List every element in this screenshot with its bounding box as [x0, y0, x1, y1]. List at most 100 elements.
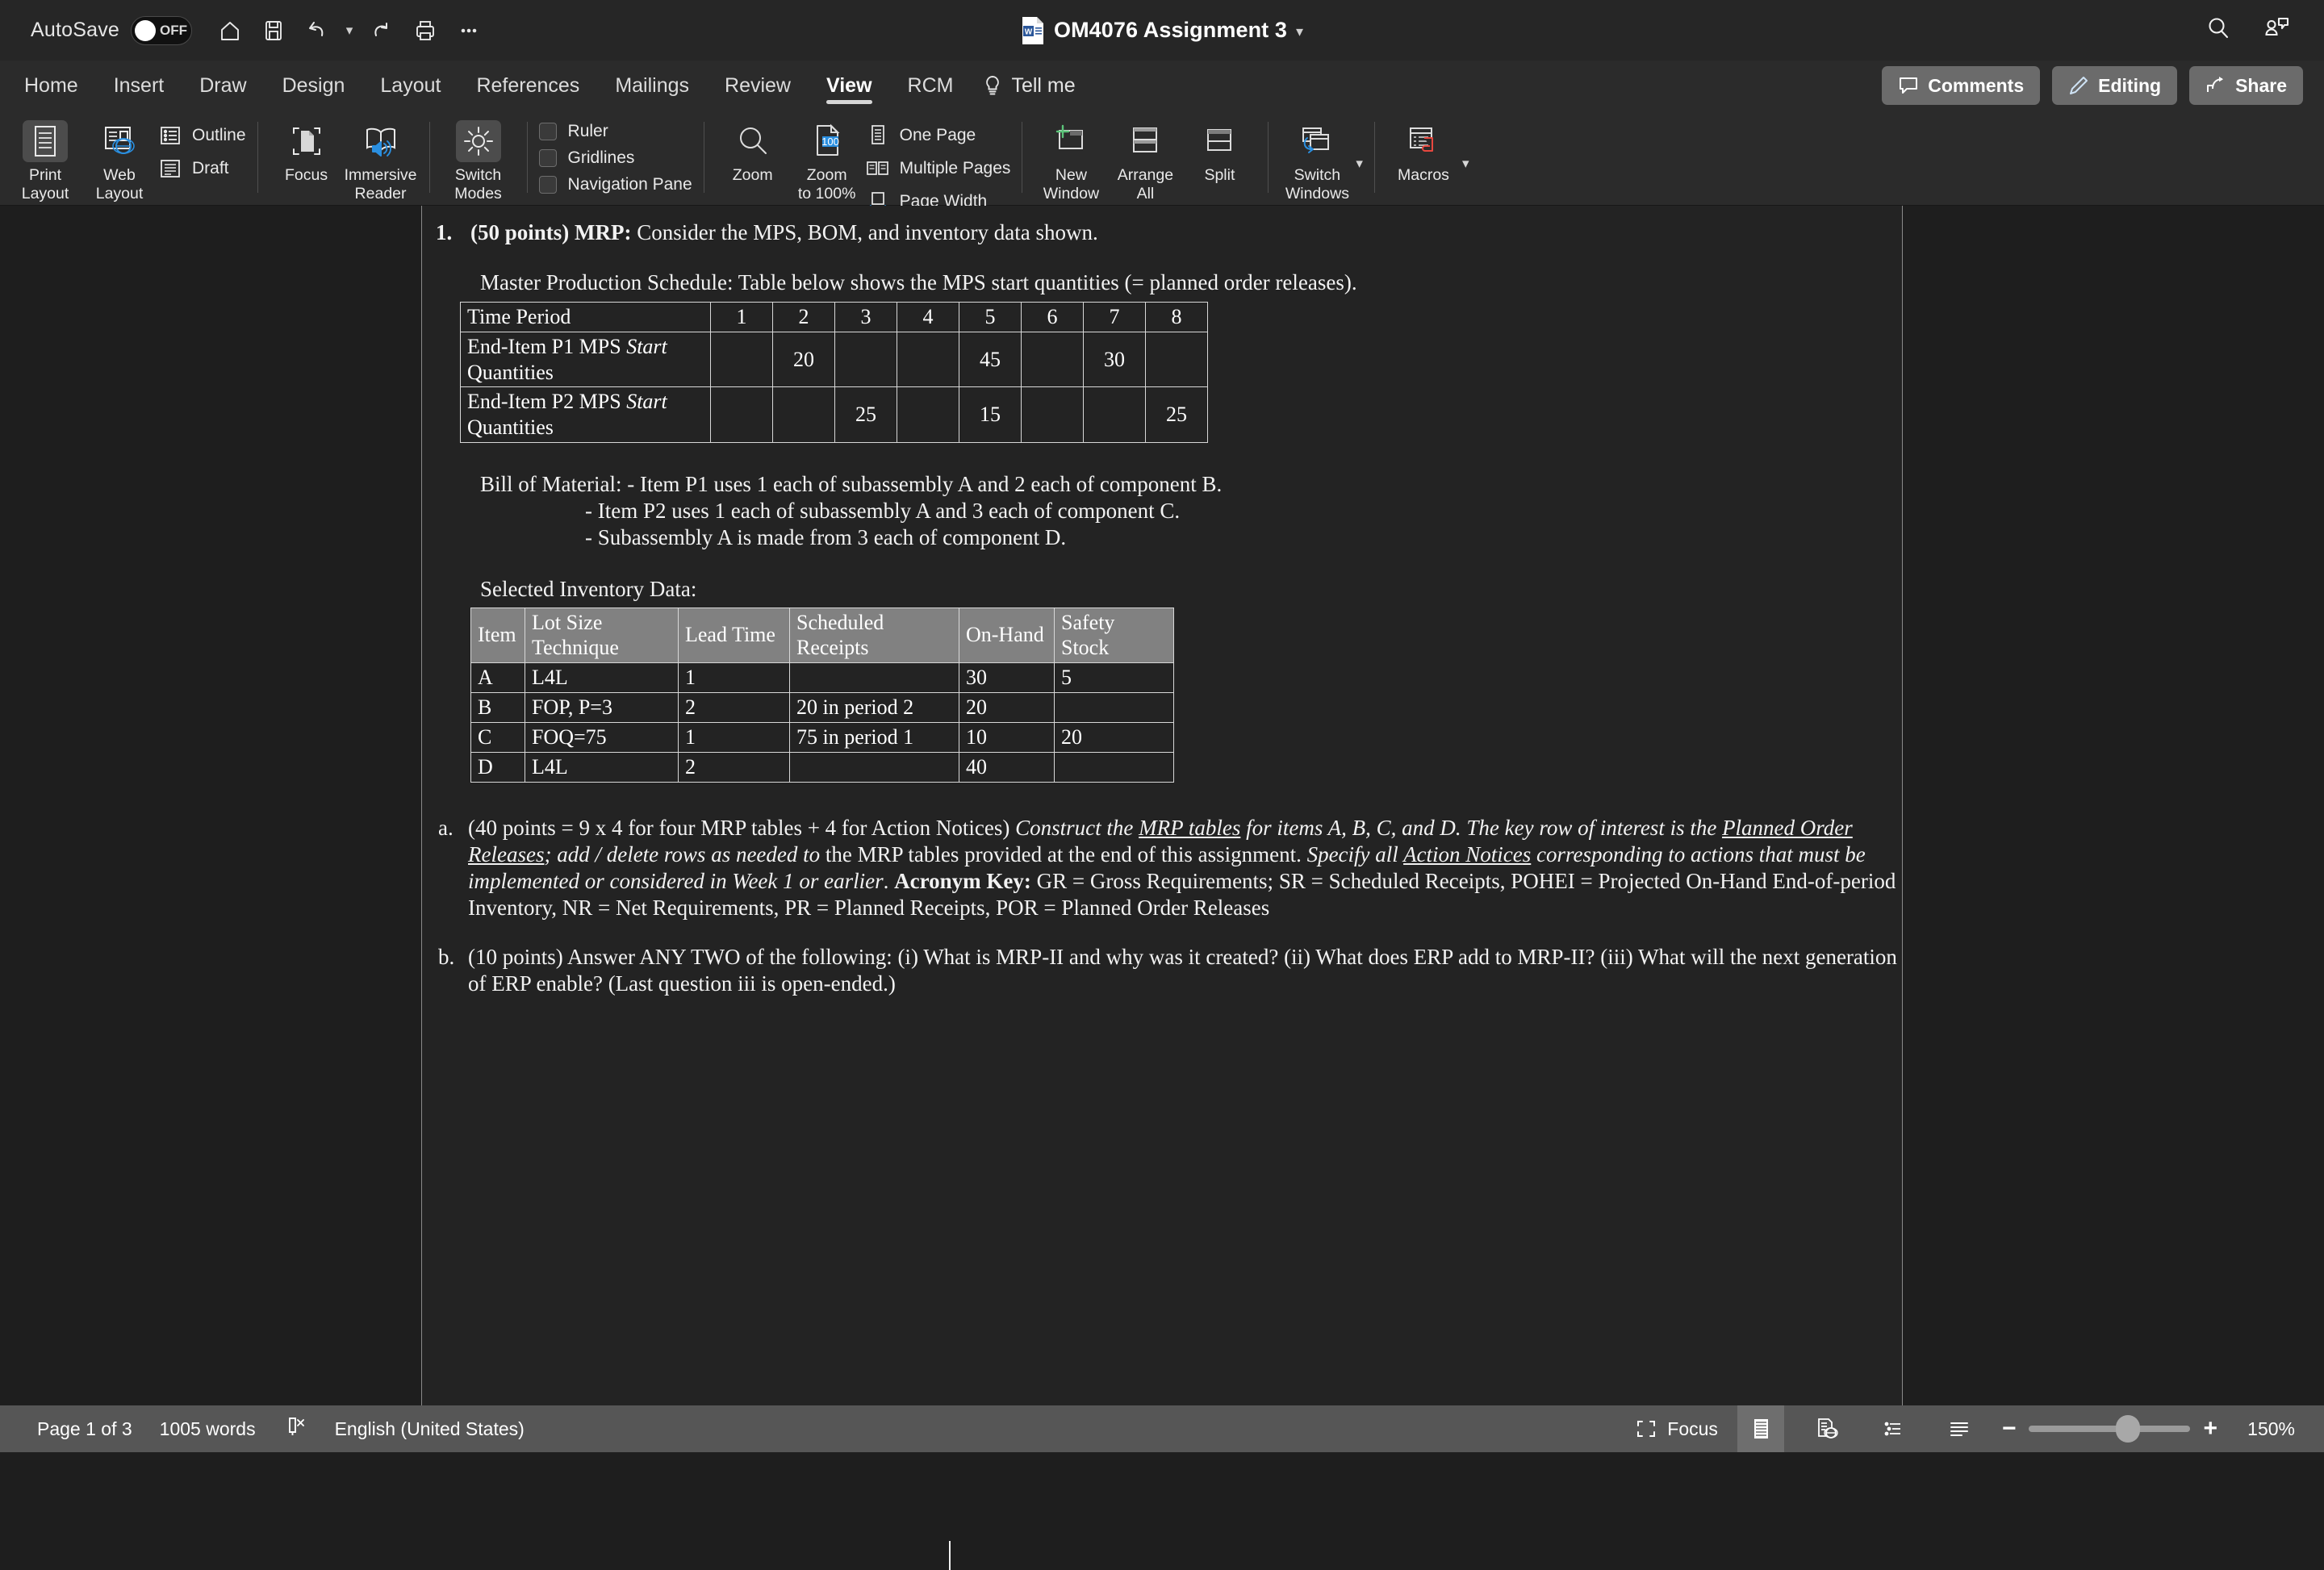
zoom-slider-track[interactable] [2029, 1426, 2190, 1432]
ribbon-group-macros: Macros ▾ [1386, 111, 1469, 206]
zoom-to-100-button[interactable]: 100 Zoomto 100% [790, 114, 864, 203]
multiple-pages-label: Multiple Pages [900, 159, 1011, 178]
inv-r0-c3 [790, 662, 959, 692]
tell-me-search[interactable]: Tell me [971, 73, 1075, 98]
home-icon[interactable] [210, 10, 250, 51]
mps-p2-3: 25 [835, 387, 897, 442]
user-comment-icon[interactable] [2263, 15, 2290, 46]
switch-windows-button[interactable]: SwitchWindows [1280, 114, 1354, 203]
tab-insert[interactable]: Insert [96, 61, 182, 111]
draft-view-icon[interactable] [1936, 1405, 1983, 1452]
inv-r2-c4: 10 [959, 722, 1055, 752]
share-label: Share [2235, 75, 2287, 97]
table-row: End-Item P2 MPS Start Quantities 25 15 2… [461, 387, 1208, 442]
title-dropdown-caret-icon[interactable]: ▾ [1296, 23, 1303, 40]
print-layout-view-icon[interactable] [1737, 1405, 1784, 1452]
document-content[interactable]: 1. (50 points) MRP: Consider the MPS, BO… [422, 206, 1902, 997]
focus-button[interactable]: Focus [270, 114, 344, 185]
autosave-toggle[interactable]: OFF [131, 16, 192, 45]
ruler-checkbox[interactable] [539, 123, 557, 140]
table-row: C FOQ=75 1 75 in period 1 10 20 [471, 722, 1174, 752]
one-page-button[interactable]: One Page [864, 122, 1011, 149]
web-layout-view-icon[interactable] [1804, 1405, 1850, 1452]
tab-rcm[interactable]: RCM [890, 61, 972, 111]
print-layout-label: PrintLayout [22, 166, 69, 203]
outline-view-button[interactable]: Outline [157, 122, 246, 149]
mps-p1-7: 30 [1084, 332, 1146, 386]
macros-label: Macros [1398, 166, 1449, 185]
zoom-button[interactable]: Zoom [716, 114, 790, 185]
share-button[interactable]: Share [2189, 66, 2303, 105]
gridlines-checkbox[interactable] [539, 149, 557, 167]
document-title[interactable]: OM4076 Assignment 3 [1054, 18, 1287, 43]
part-a-marker: a. [422, 815, 468, 921]
inv-r1-c2: 2 [679, 692, 790, 722]
arrange-all-button[interactable]: ArrangeAll [1108, 114, 1182, 203]
inv-r1-c1: FOP, P=3 [525, 692, 679, 722]
redo-icon[interactable] [362, 10, 402, 51]
new-window-button[interactable]: NewWindow [1034, 114, 1108, 203]
tab-references[interactable]: References [458, 61, 597, 111]
zoom-out-button[interactable]: − [2002, 1417, 2017, 1441]
inv-header-lot-size: Lot Size Technique [525, 608, 679, 662]
zoom-slider-thumb[interactable] [2116, 1415, 2140, 1443]
multiple-pages-button[interactable]: Multiple Pages [864, 155, 1011, 182]
outline-view-icon[interactable] [1870, 1405, 1916, 1452]
tab-design[interactable]: Design [265, 61, 363, 111]
gridlines-checkbox-row[interactable]: Gridlines [539, 148, 692, 168]
tab-view[interactable]: View [809, 61, 890, 111]
tab-layout[interactable]: Layout [362, 61, 458, 111]
document-page[interactable]: 1. (50 points) MRP: Consider the MPS, BO… [421, 206, 1903, 1405]
web-layout-button[interactable]: WebLayout [82, 114, 157, 203]
tab-home[interactable]: Home [6, 61, 96, 111]
mps-p1-4 [897, 332, 959, 386]
mps-p1-label: End-Item P1 MPS Start Quantities [461, 332, 711, 386]
mps-intro: Master Production Schedule: Table below … [422, 269, 1902, 296]
editing-button[interactable]: Editing [2052, 66, 2177, 105]
split-button[interactable]: Split [1182, 114, 1256, 185]
web-layout-icon [97, 120, 142, 162]
switch-windows-dropdown-caret-icon[interactable]: ▾ [1356, 148, 1363, 172]
undo-icon[interactable] [297, 10, 337, 51]
language-status[interactable]: English (United States) [335, 1418, 525, 1440]
inventory-table[interactable]: Item Lot Size Technique Lead Time Schedu… [470, 608, 1174, 783]
switch-modes-button[interactable]: SwitchModes [441, 114, 516, 203]
undo-dropdown-caret-icon[interactable]: ▾ [341, 10, 358, 51]
word-count-status[interactable]: 1005 words [160, 1418, 256, 1440]
status-bar: Page 1 of 3 1005 words English (United S… [0, 1405, 2324, 1452]
tab-draw[interactable]: Draw [182, 61, 264, 111]
save-icon[interactable] [253, 10, 294, 51]
toggle-knob [135, 20, 156, 41]
page-number-status[interactable]: Page 1 of 3 [37, 1418, 132, 1440]
draft-view-button[interactable]: Draft [157, 155, 246, 182]
zoom-label: Zoom [733, 166, 773, 185]
status-bar-left: Page 1 of 3 1005 words English (United S… [37, 1414, 525, 1443]
comments-button[interactable]: Comments [1882, 66, 2040, 105]
navigation-pane-checkbox-row[interactable]: Navigation Pane [539, 175, 692, 194]
inv-r2-c0: C [471, 722, 525, 752]
search-icon[interactable] [2205, 15, 2232, 46]
print-icon[interactable] [405, 10, 445, 51]
immersive-reader-button[interactable]: ImmersiveReader [344, 114, 418, 203]
ruler-checkbox-row[interactable]: Ruler [539, 122, 692, 141]
mps-period-4: 4 [897, 302, 959, 332]
tab-mailings[interactable]: Mailings [597, 61, 707, 111]
macros-button[interactable]: Macros [1386, 114, 1461, 185]
mps-table[interactable]: Time Period 1 2 3 4 5 6 7 8 End-Item P1 … [460, 302, 1208, 443]
proofing-errors-icon[interactable] [283, 1414, 307, 1443]
more-options-icon[interactable] [449, 10, 489, 51]
autosave-label: AutoSave [31, 19, 119, 42]
zoom-in-button[interactable]: + [2203, 1417, 2217, 1441]
navigation-pane-checkbox[interactable] [539, 176, 557, 194]
autosave-control[interactable]: AutoSave OFF [31, 16, 192, 45]
zoom-slider[interactable]: − + [2002, 1417, 2217, 1441]
zoom-100-icon: 100 [805, 120, 850, 162]
focus-label-status: Focus [1667, 1418, 1718, 1440]
print-layout-button[interactable]: PrintLayout [8, 114, 82, 203]
focus-mode-button[interactable]: Focus [1635, 1418, 1718, 1440]
macros-dropdown-caret-icon[interactable]: ▾ [1462, 148, 1469, 172]
zoom-percent-label[interactable]: 150% [2237, 1418, 2295, 1440]
mps-p2-4 [897, 387, 959, 442]
tab-review[interactable]: Review [707, 61, 809, 111]
inventory-label: Selected Inventory Data: [422, 576, 1902, 603]
